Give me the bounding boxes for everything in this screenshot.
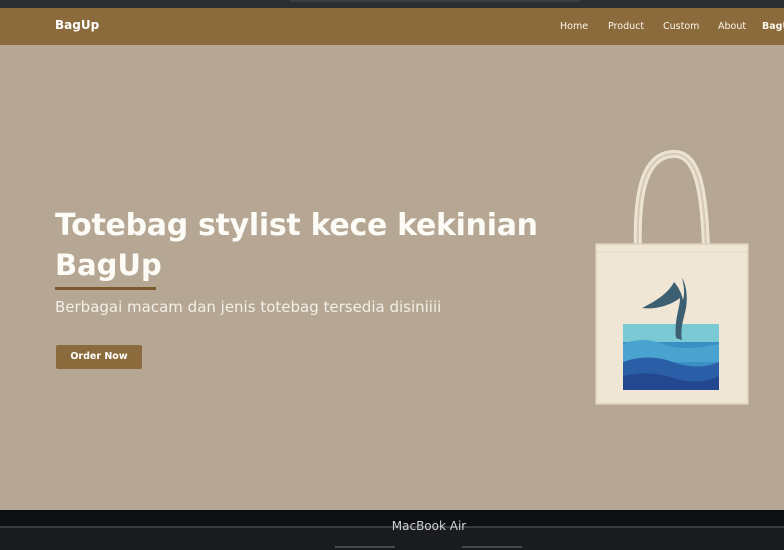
hero-brand: BagUp <box>55 248 162 282</box>
device-label: MacBook Air <box>391 519 467 533</box>
nav-custom-link[interactable]: Custom <box>663 21 699 32</box>
nav-bagup-link[interactable]: BagU <box>762 21 784 32</box>
nav-product-link[interactable]: Product <box>608 21 644 32</box>
website-screen: BagUp Home Product Custom About BagU Tot… <box>0 8 784 510</box>
navbar: BagUp Home Product Custom About BagU <box>0 8 784 45</box>
brand-logo[interactable]: BagUp <box>55 18 99 32</box>
nav-about-link[interactable]: About <box>718 21 746 32</box>
hinge-mark-left <box>335 546 395 548</box>
hero-underline <box>55 287 156 290</box>
hinge-mark-right <box>462 546 522 548</box>
hero-subtitle: Berbagai macam dan jenis totebag tersedi… <box>55 298 442 316</box>
hero-title: Totebag stylist kece kekinian <box>55 208 538 243</box>
nav-home-link[interactable]: Home <box>560 21 588 32</box>
laptop-bezel-top <box>0 0 784 8</box>
order-now-button[interactable]: Order Now <box>56 345 142 369</box>
tote-bag-image <box>595 149 749 405</box>
bezel-notch <box>290 0 580 2</box>
